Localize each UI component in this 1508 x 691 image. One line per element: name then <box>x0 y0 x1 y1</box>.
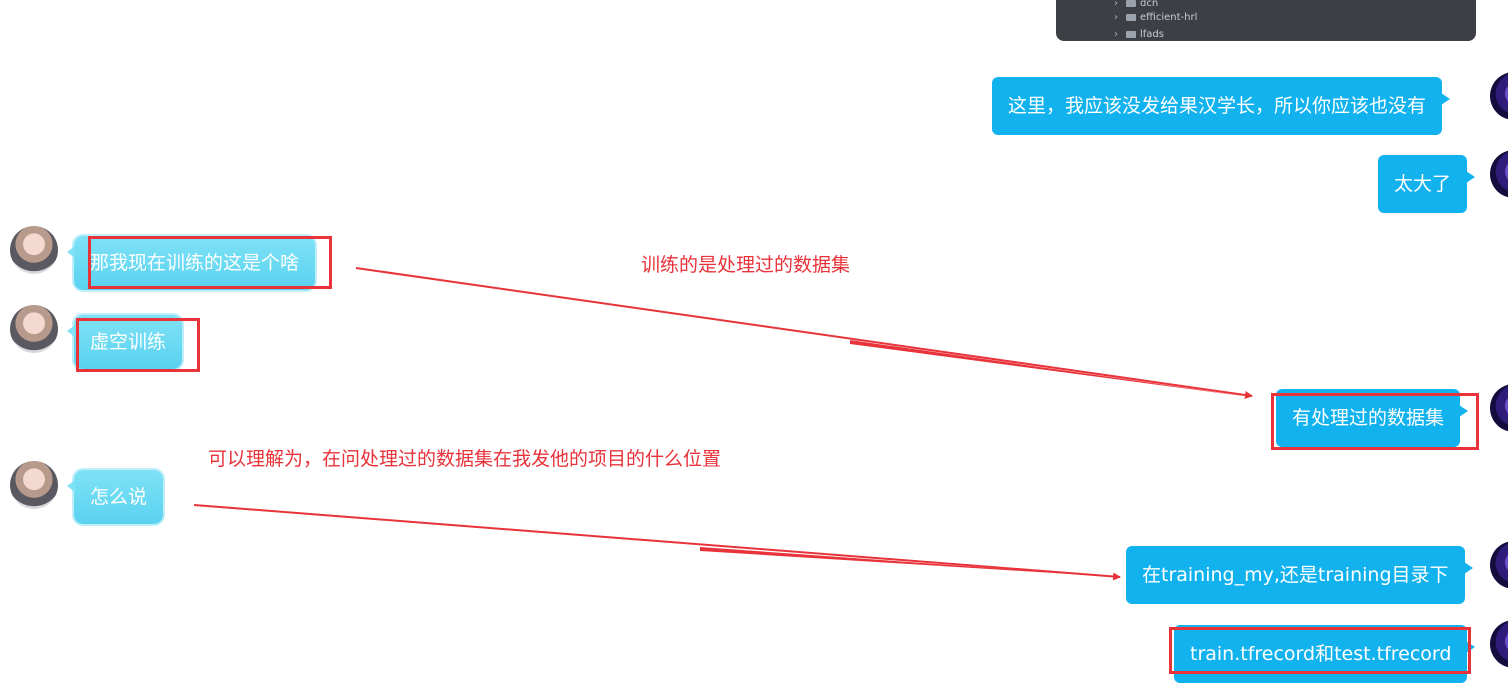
arrow-to-message-7 <box>193 504 1121 581</box>
arrow-to-message-5 <box>355 267 1253 399</box>
annotation-arrows <box>193 267 1253 581</box>
arrow-thick-1 <box>850 340 1250 397</box>
